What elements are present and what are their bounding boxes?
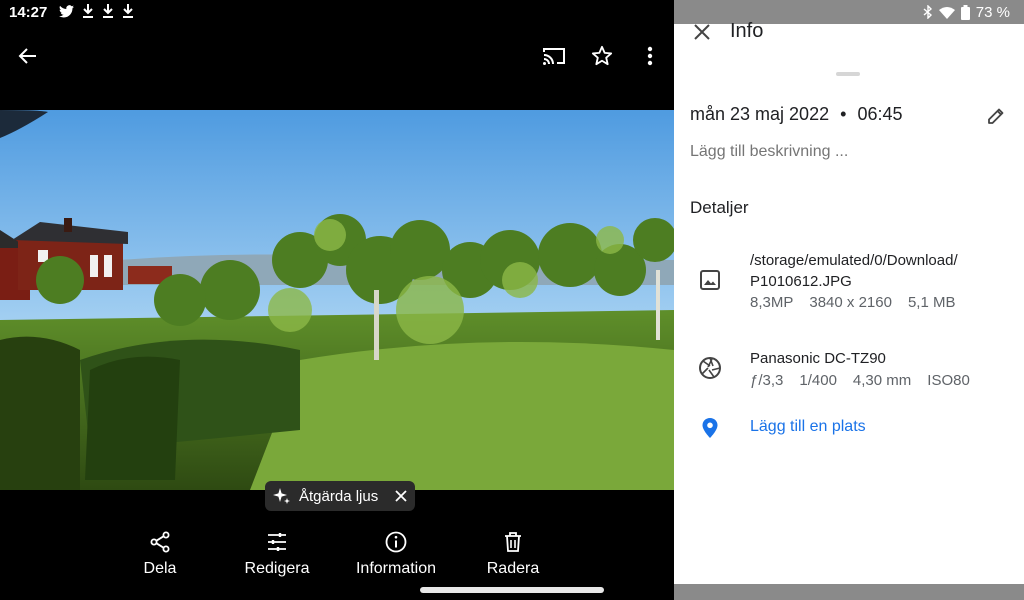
share-icon <box>150 531 170 553</box>
favorite-button[interactable] <box>586 40 618 72</box>
aperture: ƒ/3,3 <box>750 372 784 389</box>
location-pin-icon <box>698 416 722 440</box>
download-icon <box>82 4 94 20</box>
info-button[interactable]: Information <box>336 530 456 578</box>
gesture-handle[interactable] <box>420 587 604 593</box>
date-separator: • <box>840 104 847 124</box>
iso: ISO80 <box>927 372 970 389</box>
panel-title: Info <box>730 20 764 42</box>
battery-icon <box>960 4 970 20</box>
viewer-actions: Dela Redigera Information Radera <box>0 530 674 586</box>
file-path-line1: /storage/emulated/0/Download/ <box>750 252 958 269</box>
info-label: Information <box>355 560 437 577</box>
panel-nav-bar <box>674 584 1024 600</box>
twitter-icon <box>59 4 75 20</box>
share-button[interactable]: Dela <box>100 530 220 578</box>
delete-button[interactable]: Radera <box>453 530 573 578</box>
file-path: /storage/emulated/0/Download/ P1010612.J… <box>750 250 958 292</box>
close-icon <box>694 24 710 40</box>
megapixels: 8,3MP <box>750 294 794 311</box>
close-info-button[interactable] <box>690 20 714 44</box>
drag-handle[interactable] <box>836 72 860 76</box>
cast-button[interactable] <box>538 40 570 72</box>
add-location-button[interactable]: Lägg till en plats <box>674 414 1024 442</box>
sparkle-icon <box>273 488 290 504</box>
panel-status-bar: 73 % <box>674 0 1024 24</box>
back-button[interactable] <box>12 40 44 72</box>
viewer-toolbar <box>0 36 674 76</box>
file-name: P1010612.JPG <box>750 273 852 290</box>
battery-level: 73 % <box>975 3 1010 21</box>
landscape-photo <box>0 110 674 490</box>
camera-aperture-icon <box>698 356 722 380</box>
file-size: 5,1 MB <box>907 294 956 311</box>
more-options-button[interactable] <box>634 40 666 72</box>
bluetooth-icon <box>923 5 932 19</box>
chip-close-icon[interactable] <box>395 490 407 502</box>
share-label: Dela <box>143 560 177 577</box>
edit-sliders-icon <box>268 533 286 551</box>
info-icon <box>385 531 407 553</box>
photo-viewer: 14:27 Åtgärda ljus Dela Redigera Informa… <box>0 0 674 600</box>
wifi-icon <box>938 6 955 19</box>
photo-date: mån 23 maj 2022 <box>690 104 830 124</box>
fix-lighting-label: Åtgärda ljus <box>299 487 379 505</box>
trash-icon <box>505 532 521 552</box>
description-field[interactable]: Lägg till beskrivning ... <box>690 143 848 161</box>
shutter-speed: 1/400 <box>799 372 837 389</box>
details-heading: Detaljer <box>690 198 749 217</box>
download-icon <box>102 4 114 20</box>
photo[interactable] <box>0 110 674 490</box>
star-icon <box>591 45 613 66</box>
delete-label: Radera <box>486 560 540 577</box>
date-time: mån 23 maj 2022 • 06:45 <box>690 104 902 125</box>
image-icon <box>698 268 722 292</box>
fix-lighting-chip[interactable]: Åtgärda ljus <box>265 481 415 511</box>
photo-time: 06:45 <box>857 104 903 124</box>
status-bar: 14:27 <box>0 0 674 24</box>
edit-date-button[interactable] <box>984 104 1008 128</box>
arrow-back-icon <box>18 48 36 64</box>
download-icon <box>122 4 134 20</box>
status-time: 14:27 <box>9 3 48 21</box>
resolution: 3840 x 2160 <box>809 294 892 311</box>
focal-length: 4,30 mm <box>852 372 912 389</box>
file-meta: 8,3MP 3840 x 2160 5,1 MB <box>750 294 955 311</box>
camera-model: Panasonic DC-TZ90 <box>750 350 886 367</box>
info-panel: 73 % Info mån 23 maj 2022 • 06:45 Lägg t… <box>674 0 1024 600</box>
pencil-icon <box>988 108 1004 124</box>
edit-label: Redigera <box>244 560 310 577</box>
camera-settings: ƒ/3,3 1/400 4,30 mm ISO80 <box>750 372 970 389</box>
edit-button[interactable]: Redigera <box>217 530 337 578</box>
cast-icon <box>543 48 565 65</box>
more-vert-icon <box>647 46 653 66</box>
add-location-label: Lägg till en plats <box>750 418 866 435</box>
